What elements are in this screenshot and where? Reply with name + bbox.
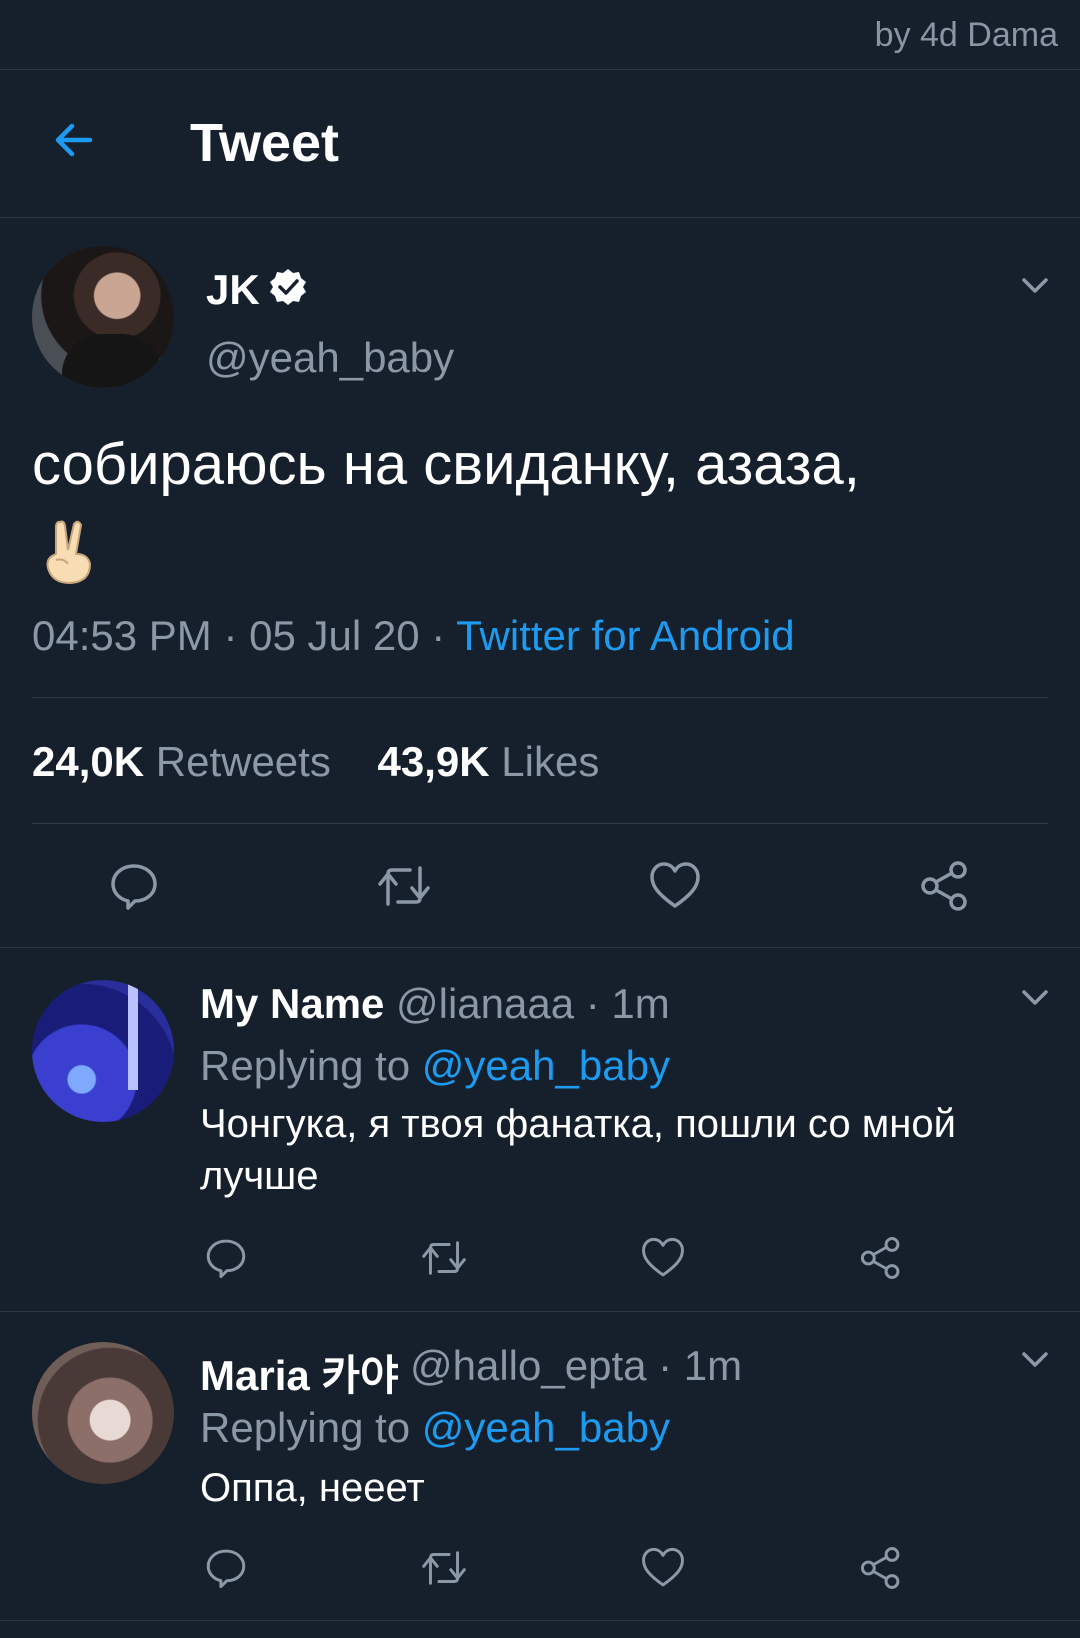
replying-mention-link[interactable]: @yeah_baby bbox=[422, 1042, 670, 1089]
chevron-down-icon[interactable] bbox=[1018, 1342, 1052, 1376]
reply-author-handle[interactable]: @hallo_epta · 1m bbox=[410, 1342, 742, 1390]
reply-button[interactable] bbox=[108, 860, 160, 912]
share-icon bbox=[860, 1237, 900, 1279]
verified-badge-icon bbox=[270, 269, 306, 305]
reply-author-name[interactable]: Maria 카야 bbox=[200, 1342, 399, 1403]
back-arrow-icon[interactable] bbox=[50, 116, 98, 164]
reply-text: Чонгука, я твоя фанатка, пошли со мной л… bbox=[200, 1102, 956, 1198]
share-button[interactable] bbox=[858, 1236, 904, 1280]
replying-label: Replying to bbox=[200, 1042, 411, 1089]
retweets-label[interactable]: Retweets bbox=[156, 738, 331, 785]
divider bbox=[32, 823, 1048, 824]
share-button[interactable] bbox=[858, 1546, 904, 1590]
divider bbox=[32, 697, 1048, 698]
share-icon bbox=[921, 861, 967, 911]
victory-hand-emoji-icon bbox=[46, 520, 92, 585]
retweet-icon bbox=[422, 1551, 466, 1585]
status-strip: by 4d Dama bbox=[0, 0, 1080, 70]
author-avatar[interactable] bbox=[32, 246, 174, 388]
tweet-date: 05 Jul 20 bbox=[249, 612, 420, 659]
replying-mention-link[interactable]: @yeah_baby bbox=[422, 1404, 670, 1451]
tweet-meta: 04:53 PM · 05 Jul 20 · Twitter for Andro… bbox=[32, 612, 795, 660]
divider bbox=[0, 1620, 1080, 1621]
heart-icon bbox=[642, 1237, 684, 1277]
divider bbox=[0, 1311, 1080, 1312]
author-name[interactable]: JK bbox=[206, 266, 260, 314]
retweet-icon bbox=[378, 866, 430, 906]
watermark: by 4d Dama bbox=[874, 16, 1058, 54]
replying-label: Replying to bbox=[200, 1404, 411, 1451]
likes-label[interactable]: Likes bbox=[501, 738, 599, 785]
share-button[interactable] bbox=[918, 860, 972, 912]
reply-button[interactable] bbox=[204, 1236, 248, 1280]
retweet-button[interactable] bbox=[418, 1236, 470, 1280]
meta-separator: · bbox=[223, 612, 238, 659]
heart-icon bbox=[650, 862, 700, 908]
author-handle[interactable]: @yeah_baby bbox=[206, 334, 454, 382]
top-bar: Tweet bbox=[0, 70, 1080, 218]
chevron-down-icon[interactable] bbox=[1018, 268, 1052, 302]
retweets-count[interactable]: 24,0K bbox=[32, 738, 144, 785]
likes-count[interactable]: 43,9K bbox=[378, 738, 490, 785]
divider bbox=[0, 947, 1080, 948]
reply-icon bbox=[206, 1239, 246, 1279]
meta-separator: · bbox=[431, 612, 446, 659]
retweet-button[interactable] bbox=[374, 860, 434, 912]
retweet-button[interactable] bbox=[418, 1546, 470, 1590]
tweet-source-link[interactable]: Twitter for Android bbox=[456, 612, 794, 659]
reply-button[interactable] bbox=[204, 1546, 248, 1590]
tweet-stats: 24,0K Retweets 43,9K Likes bbox=[32, 738, 599, 786]
reply-avatar[interactable] bbox=[32, 980, 174, 1122]
tweet-time: 04:53 PM bbox=[32, 612, 212, 659]
chevron-down-icon[interactable] bbox=[1018, 980, 1052, 1014]
page-title: Tweet bbox=[190, 113, 340, 173]
reply-icon bbox=[111, 864, 157, 910]
reply-avatar[interactable] bbox=[32, 1342, 174, 1484]
reply-text: Оппа, нееет bbox=[200, 1466, 425, 1510]
replying-to: Replying to @yeah_baby bbox=[200, 1404, 670, 1452]
replying-to: Replying to @yeah_baby bbox=[200, 1042, 670, 1090]
reply-author-handle[interactable]: @lianaaa · 1m bbox=[396, 980, 670, 1028]
like-button[interactable] bbox=[640, 1236, 686, 1280]
heart-icon bbox=[642, 1547, 684, 1587]
like-button[interactable] bbox=[640, 1546, 686, 1590]
tweet-text: собираюсь на свиданку, азаза, bbox=[32, 432, 860, 497]
share-icon bbox=[860, 1547, 900, 1589]
reply-icon bbox=[206, 1549, 246, 1589]
reply-author-name[interactable]: My Name bbox=[200, 980, 384, 1028]
retweet-icon bbox=[422, 1241, 466, 1275]
like-button[interactable] bbox=[648, 860, 702, 912]
